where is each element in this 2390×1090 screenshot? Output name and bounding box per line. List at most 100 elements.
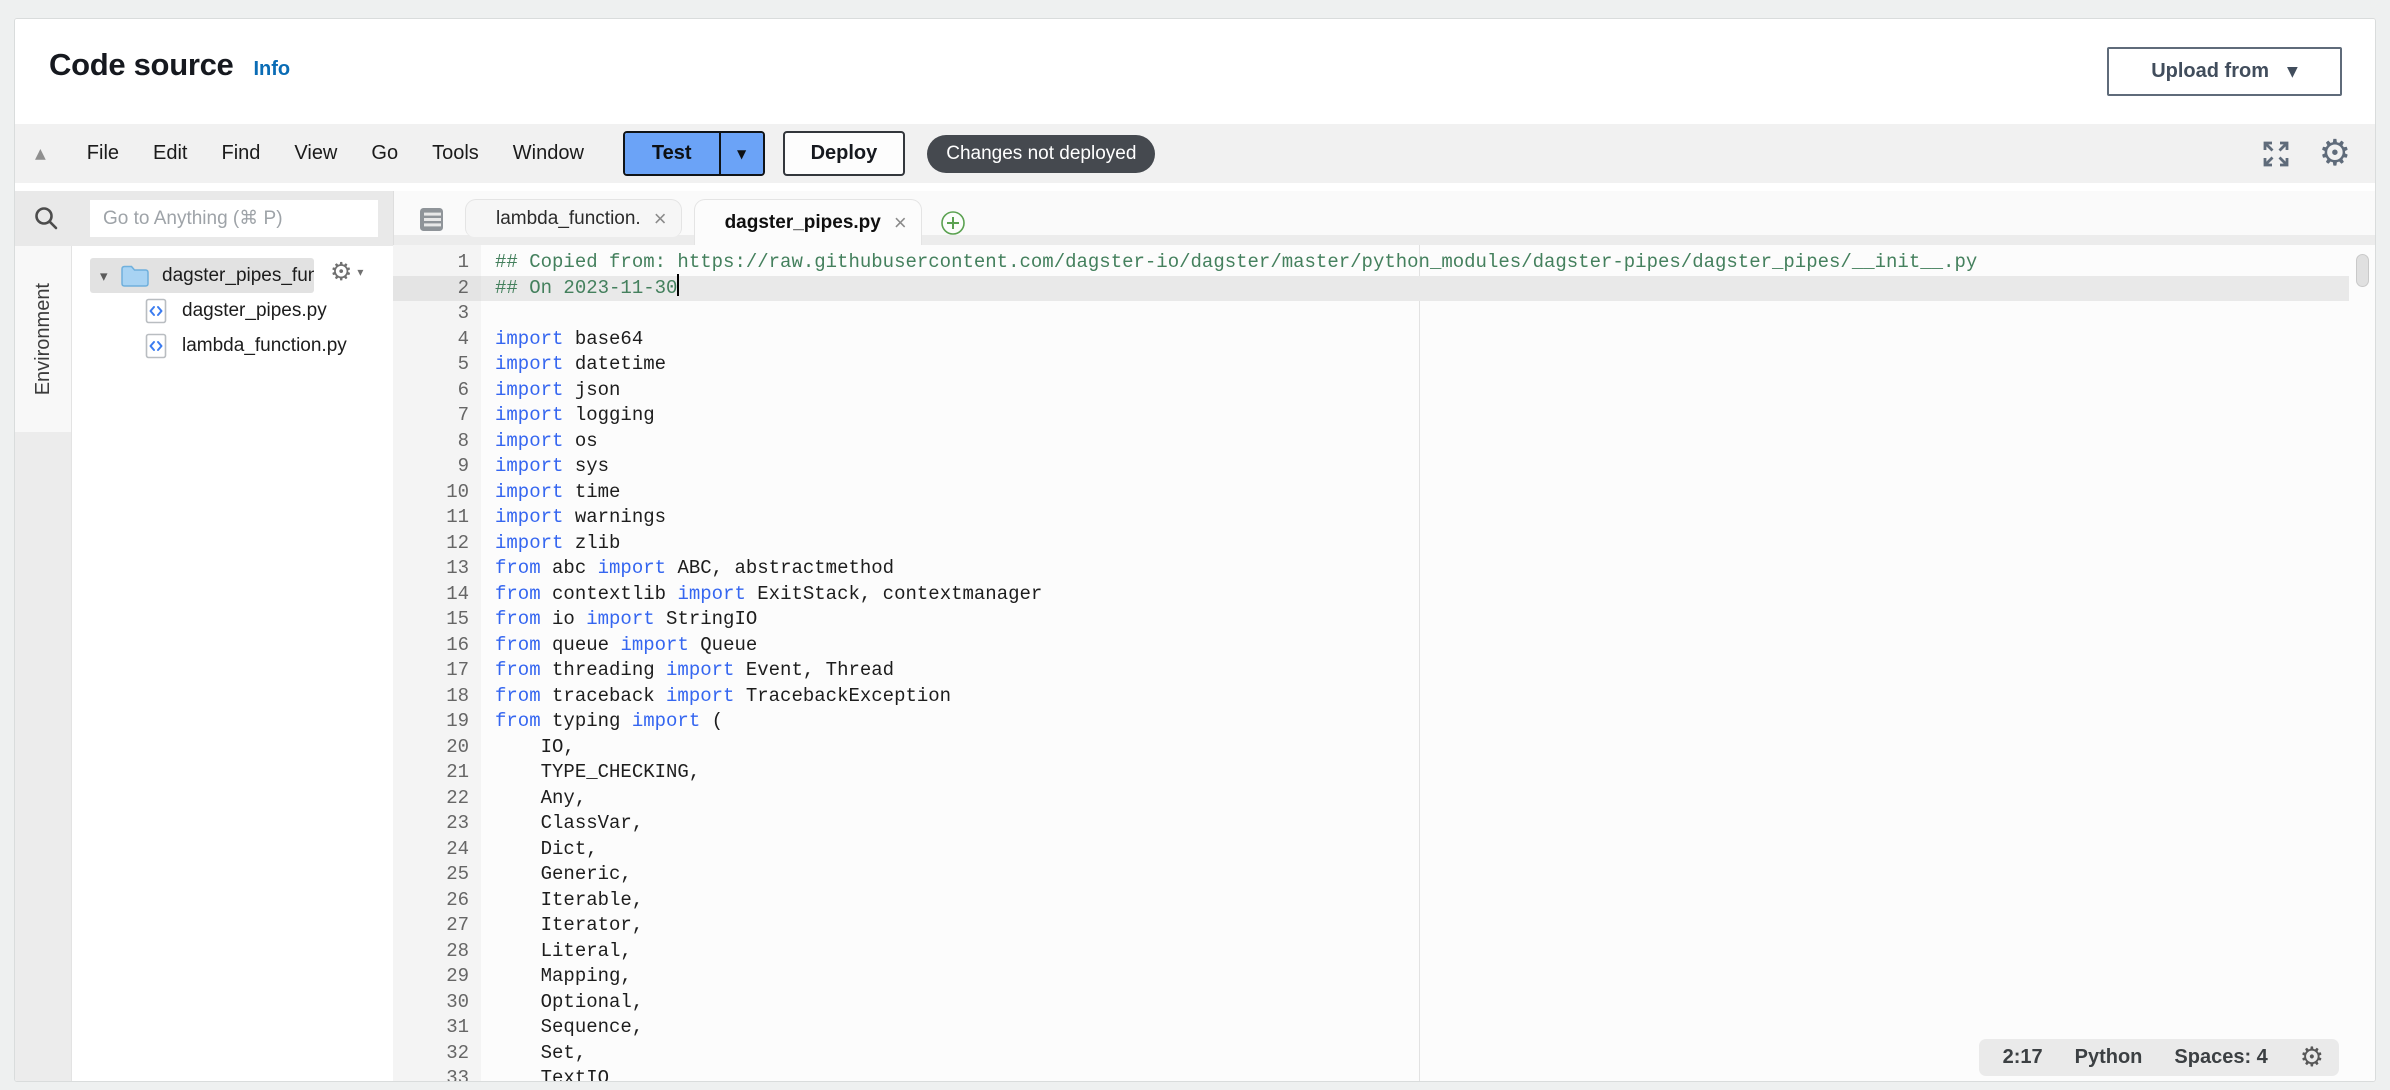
menu-tools[interactable]: Tools	[415, 142, 496, 165]
go-to-anything-input[interactable]	[90, 200, 378, 237]
test-dropdown-button[interactable]: ▼	[719, 133, 763, 174]
fullscreen-icon[interactable]	[2261, 139, 2291, 169]
code-line[interactable]: from io import StringIO	[481, 607, 2349, 633]
statusbar-gear-icon[interactable]: ⚙	[2300, 1044, 2324, 1071]
code-line[interactable]	[481, 301, 2349, 327]
settings-gear-icon[interactable]: ⚙	[2319, 136, 2351, 172]
line-number: 26	[393, 888, 481, 914]
chevron-down-icon: ▾	[357, 265, 363, 279]
code-line[interactable]: import base64	[481, 327, 2349, 353]
code-token: Optional,	[495, 991, 643, 1013]
line-number: 32	[393, 1041, 481, 1067]
environment-tab[interactable]: Environment	[15, 246, 71, 432]
menu-file[interactable]: File	[70, 142, 136, 165]
code-token: datetime	[563, 353, 666, 375]
tree-file-row[interactable]: dagster_pipes.py	[72, 293, 393, 328]
editor-scrollbar[interactable]	[2356, 254, 2369, 287]
keyword-token: import	[677, 583, 745, 605]
test-button[interactable]: Test	[625, 133, 719, 174]
keyword-token: import	[495, 328, 563, 350]
search-row	[15, 191, 393, 246]
file-tree: ▾ dagster_pipes_funct ⚙ ▾ dagster_pipes.…	[72, 246, 393, 1081]
code-line[interactable]: Literal,	[481, 939, 2349, 965]
code-token: zlib	[563, 532, 620, 554]
close-tab-icon[interactable]: ×	[894, 212, 907, 234]
code-line[interactable]: import json	[481, 378, 2349, 404]
code-line-row: 30 Optional,	[393, 990, 2375, 1016]
tab-dagster-pipes-py[interactable]: dagster_pipes.py×	[694, 199, 922, 245]
code-lines: 1## Copied from: https://raw.githubuserc…	[393, 250, 2375, 1081]
code-line[interactable]: from threading import Event, Thread	[481, 658, 2349, 684]
keyword-token: import	[632, 710, 700, 732]
code-line[interactable]: import datetime	[481, 352, 2349, 378]
spaces-setting[interactable]: Spaces: 4	[2174, 1046, 2267, 1069]
code-line[interactable]: ## Copied from: https://raw.githubuserco…	[481, 250, 2349, 276]
code-line[interactable]: Iterable,	[481, 888, 2349, 914]
tab-list-icon[interactable]	[418, 207, 445, 232]
code-line[interactable]: from typing import (	[481, 709, 2349, 735]
code-line[interactable]: from abc import ABC, abstractmethod	[481, 556, 2349, 582]
cursor-position[interactable]: 2:17	[2003, 1046, 2043, 1069]
line-number: 3	[393, 301, 481, 327]
close-tab-icon[interactable]: ×	[654, 208, 667, 230]
line-number: 17	[393, 658, 481, 684]
deploy-button[interactable]: Deploy	[783, 131, 906, 176]
upload-from-button[interactable]: Upload from ▼	[2107, 47, 2342, 96]
search-icon[interactable]	[32, 204, 60, 232]
code-line[interactable]: Generic,	[481, 862, 2349, 888]
code-line[interactable]: Dict,	[481, 837, 2349, 863]
code-line-row: 16from queue import Queue	[393, 633, 2375, 659]
tree-settings-gear[interactable]: ⚙ ▾	[330, 259, 363, 284]
code-line[interactable]: IO,	[481, 735, 2349, 761]
code-line[interactable]: Iterator,	[481, 913, 2349, 939]
code-line[interactable]: import zlib	[481, 531, 2349, 557]
code-line[interactable]: import os	[481, 429, 2349, 455]
collapse-panel-icon[interactable]: ▲	[35, 146, 46, 162]
menu-window[interactable]: Window	[496, 142, 601, 165]
code-line[interactable]: import sys	[481, 454, 2349, 480]
tree-folder-row[interactable]: ▾ dagster_pipes_funct	[90, 258, 314, 293]
menu-go[interactable]: Go	[354, 142, 415, 165]
line-number: 14	[393, 582, 481, 608]
code-token: StringIO	[655, 608, 758, 630]
code-token: Sequence,	[495, 1016, 643, 1038]
code-line[interactable]: from queue import Queue	[481, 633, 2349, 659]
menu-view[interactable]: View	[277, 142, 354, 165]
menu-edit[interactable]: Edit	[136, 142, 204, 165]
code-line-row: 11import warnings	[393, 505, 2375, 531]
tree-file-row[interactable]: lambda_function.py	[72, 328, 393, 363]
code-line[interactable]: import logging	[481, 403, 2349, 429]
code-token: traceback	[541, 685, 666, 707]
code-line[interactable]: Optional,	[481, 990, 2349, 1016]
disclosure-triangle-icon[interactable]: ▾	[100, 267, 118, 285]
code-line-row: 4import base64	[393, 327, 2375, 353]
line-number: 12	[393, 531, 481, 557]
code-line[interactable]: from contextlib import ExitStack, contex…	[481, 582, 2349, 608]
editor-menubar: ▲ FileEditFindViewGoToolsWindow Test ▼ D…	[15, 124, 2375, 183]
folder-icon	[120, 264, 150, 288]
code-line[interactable]: from traceback import TracebackException	[481, 684, 2349, 710]
sidebar: Environment ▾ dagster_pipes_funct	[15, 191, 393, 1081]
code-line[interactable]: Any,	[481, 786, 2349, 812]
info-link[interactable]: Info	[253, 58, 290, 81]
code-line[interactable]: Mapping,	[481, 964, 2349, 990]
code-line[interactable]: import time	[481, 480, 2349, 506]
code-editor[interactable]: 1## Copied from: https://raw.githubuserc…	[393, 245, 2375, 1081]
code-line[interactable]: import warnings	[481, 505, 2349, 531]
file-name: dagster_pipes.py	[182, 300, 327, 322]
menu-find[interactable]: Find	[204, 142, 277, 165]
code-line[interactable]: Sequence,	[481, 1015, 2349, 1041]
tab-lambda-function[interactable]: lambda_function.×	[465, 199, 682, 237]
language-mode[interactable]: Python	[2075, 1046, 2143, 1069]
code-line-row: 26 Iterable,	[393, 888, 2375, 914]
menu-items: FileEditFindViewGoToolsWindow	[70, 142, 601, 165]
code-line[interactable]: TYPE_CHECKING,	[481, 760, 2349, 786]
code-line-row: 27 Iterator,	[393, 913, 2375, 939]
comment-token: ## Copied from: https://raw.githubuserco…	[495, 251, 1977, 273]
new-tab-icon[interactable]	[940, 210, 966, 236]
keyword-token: import	[495, 404, 563, 426]
code-line[interactable]: ## On 2023-11-30	[481, 276, 2349, 302]
line-number: 15	[393, 607, 481, 633]
code-token: ABC, abstractmethod	[666, 557, 894, 579]
code-line[interactable]: ClassVar,	[481, 811, 2349, 837]
